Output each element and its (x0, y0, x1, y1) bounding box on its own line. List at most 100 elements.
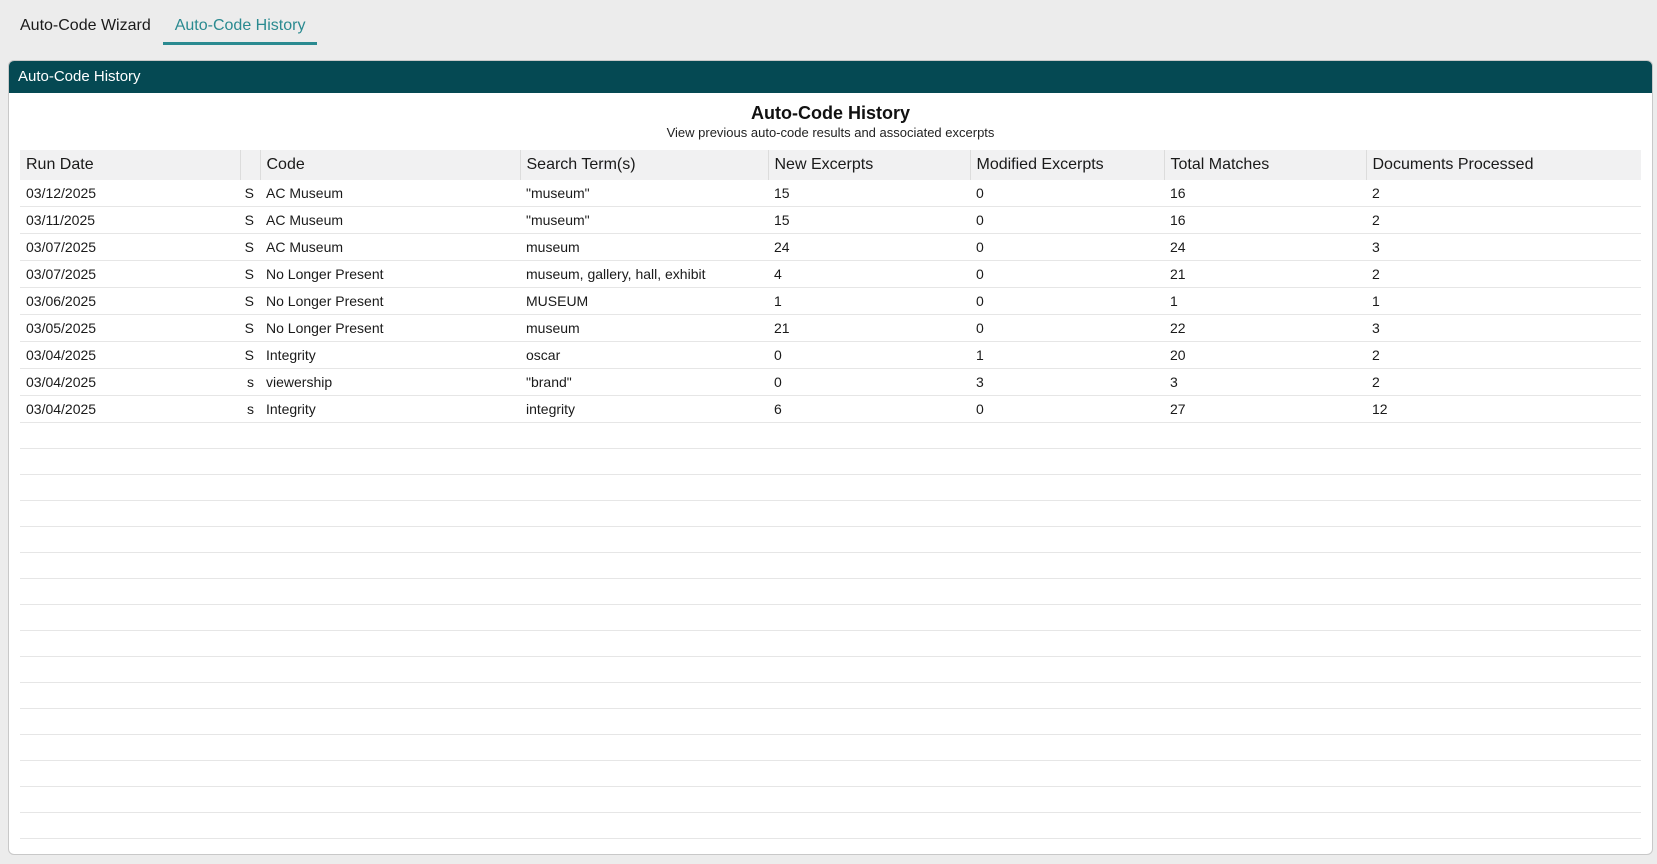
empty-cell (20, 500, 1641, 527)
new-excerpts-cell: 0 (768, 341, 970, 369)
documents-processed-cell: 1 (1366, 287, 1641, 315)
status-cell: s (240, 368, 260, 396)
run-date-cell: 03/12/2025 (20, 180, 240, 207)
code-cell: No Longer Present (260, 260, 520, 288)
code-cell: Integrity (260, 341, 520, 369)
column-header-modified-excerpts[interactable]: Modified Excerpts (969, 150, 1164, 180)
empty-cell (20, 422, 1641, 449)
table-header-row: Run Date Code Search Term(s) New Excerpt… (20, 150, 1641, 180)
run-date-cell: 03/05/2025 (20, 314, 240, 342)
empty-row (20, 422, 1641, 449)
table-row[interactable]: 03/04/2025 S Integrity oscar 0 1 20 2 (20, 341, 1641, 369)
documents-processed-cell: 3 (1366, 233, 1641, 261)
code-cell: AC Museum (260, 180, 520, 207)
run-date-cell: 03/07/2025 (20, 260, 240, 288)
modified-excerpts-cell: 1 (970, 341, 1164, 369)
table-row[interactable]: 03/12/2025 S AC Museum "museum" 15 0 16 2 (20, 180, 1641, 207)
status-cell: S (240, 180, 260, 207)
column-header-search-terms[interactable]: Search Term(s) (519, 150, 768, 180)
empty-cell (20, 552, 1641, 579)
column-header-code[interactable]: Code (259, 150, 520, 180)
table-row[interactable]: 03/11/2025 S AC Museum "museum" 15 0 16 2 (20, 206, 1641, 234)
run-date-cell: 03/07/2025 (20, 233, 240, 261)
table-row[interactable]: 03/05/2025 S No Longer Present museum 21 0 22 3 (20, 314, 1641, 342)
code-cell: Integrity (260, 395, 520, 423)
column-header-run-date[interactable]: Run Date (20, 150, 240, 180)
modified-excerpts-cell: 0 (970, 260, 1164, 288)
run-date-cell: 03/04/2025 (20, 395, 240, 423)
empty-row (20, 786, 1641, 813)
total-matches-cell: 27 (1164, 395, 1366, 423)
table-row[interactable]: 03/07/2025 S AC Museum museum 24 0 24 3 (20, 233, 1641, 261)
empty-row (20, 474, 1641, 501)
history-panel: Auto-Code History Auto-Code History View… (8, 60, 1653, 855)
code-cell: No Longer Present (260, 314, 520, 342)
empty-row (20, 552, 1641, 579)
documents-processed-cell: 3 (1366, 314, 1641, 342)
documents-processed-cell: 2 (1366, 341, 1641, 369)
search-terms-cell: MUSEUM (520, 287, 768, 315)
empty-cell (20, 604, 1641, 631)
new-excerpts-cell: 21 (768, 314, 970, 342)
page-subtitle: View previous auto-code results and asso… (666, 125, 995, 140)
run-date-cell: 03/04/2025 (20, 341, 240, 369)
run-date-cell: 03/04/2025 (20, 368, 240, 396)
empty-row (20, 500, 1641, 527)
search-terms-cell: "museum" (520, 180, 768, 207)
new-excerpts-cell: 6 (768, 395, 970, 423)
status-cell: S (240, 314, 260, 342)
empty-cell (20, 526, 1641, 553)
code-cell: viewership (260, 368, 520, 396)
total-matches-cell: 3 (1164, 368, 1366, 396)
column-header-documents-processed[interactable]: Documents Processed (1365, 150, 1641, 180)
tab-auto-code-history[interactable]: Auto-Code History (162, 9, 318, 45)
empty-row (20, 448, 1641, 475)
column-header-new-excerpts[interactable]: New Excerpts (767, 150, 970, 180)
documents-processed-cell: 2 (1366, 368, 1641, 396)
column-header-total-matches[interactable]: Total Matches (1163, 150, 1366, 180)
modified-excerpts-cell: 0 (970, 395, 1164, 423)
empty-row (20, 760, 1641, 787)
empty-cell (20, 838, 1641, 854)
table-row[interactable]: 03/04/2025 s viewership "brand" 0 3 3 2 (20, 368, 1641, 396)
run-date-cell: 03/06/2025 (20, 287, 240, 315)
empty-cell (20, 812, 1641, 839)
empty-row (20, 578, 1641, 605)
table-body: 03/12/2025 S AC Museum "museum" 15 0 16 2 03/11/… (20, 180, 1641, 854)
search-terms-cell: museum (520, 314, 768, 342)
table-row[interactable]: 03/07/2025 S No Longer Present museum, gall… (20, 260, 1641, 288)
empty-row (20, 682, 1641, 709)
total-matches-cell: 24 (1164, 233, 1366, 261)
total-matches-cell: 22 (1164, 314, 1366, 342)
documents-processed-cell: 2 (1366, 206, 1641, 234)
code-cell: AC Museum (260, 206, 520, 234)
status-cell: S (240, 287, 260, 315)
new-excerpts-cell: 0 (768, 368, 970, 396)
empty-cell (20, 682, 1641, 709)
column-header-status[interactable] (239, 150, 260, 180)
table-row[interactable]: 03/06/2025 S No Longer Present MUSEUM 1 0 1 1 (20, 287, 1641, 315)
search-terms-cell: museum (520, 233, 768, 261)
empty-cell (20, 760, 1641, 787)
new-excerpts-cell: 1 (768, 287, 970, 315)
empty-row (20, 838, 1641, 854)
modified-excerpts-cell: 0 (970, 180, 1164, 207)
empty-cell (20, 630, 1641, 657)
panel-header: Auto-Code History (9, 61, 1652, 93)
documents-processed-cell: 2 (1366, 180, 1641, 207)
modified-excerpts-cell: 0 (970, 314, 1164, 342)
tab-auto-code-wizard[interactable]: Auto-Code Wizard (8, 9, 163, 42)
search-terms-cell: oscar (520, 341, 768, 369)
empty-cell (20, 708, 1641, 735)
search-terms-cell: museum, gallery, hall, exhibit (520, 260, 768, 288)
empty-cell (20, 656, 1641, 683)
status-cell: S (240, 341, 260, 369)
table-row[interactable]: 03/04/2025 s Integrity integrity 6 0 27 12 (20, 395, 1641, 423)
total-matches-cell: 21 (1164, 260, 1366, 288)
empty-row (20, 812, 1641, 839)
modified-excerpts-cell: 0 (970, 287, 1164, 315)
empty-row (20, 656, 1641, 683)
history-table: Run Date Code Search Term(s) New Excerpt… (20, 150, 1641, 854)
empty-row (20, 526, 1641, 553)
empty-cell (20, 734, 1641, 761)
